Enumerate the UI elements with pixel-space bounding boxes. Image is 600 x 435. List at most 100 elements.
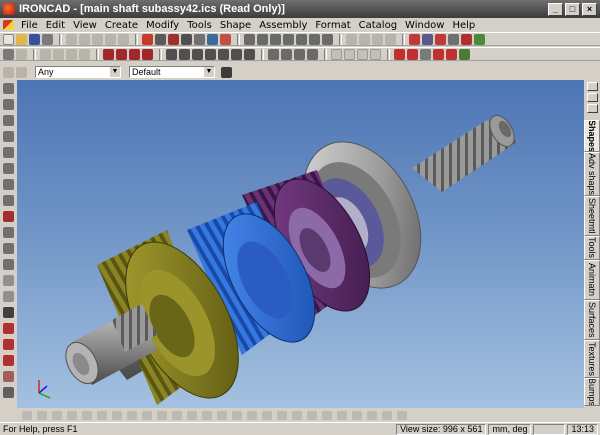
sweep-icon[interactable] <box>129 48 140 60</box>
walk-view-icon[interactable] <box>322 33 333 45</box>
panel-scroll-down-icon[interactable] <box>586 104 598 113</box>
tab-surfaces[interactable]: Surfaces <box>584 300 600 340</box>
print-icon[interactable] <box>42 33 53 45</box>
tab-tools[interactable]: Tools <box>584 236 600 260</box>
rotate-2d-icon[interactable] <box>337 410 347 420</box>
scale-2d-icon[interactable] <box>352 410 362 420</box>
pattern-2d-icon[interactable] <box>382 410 392 420</box>
sketch-icon[interactable] <box>3 48 14 60</box>
tab-sheetmtl[interactable]: Sheetmtl <box>584 196 600 236</box>
ellipse-icon[interactable] <box>277 410 287 420</box>
zoom-out-icon[interactable] <box>3 179 14 190</box>
hierarchy-icon[interactable] <box>221 66 232 78</box>
chevron-down-icon[interactable]: ▼ <box>204 67 214 77</box>
extend-icon[interactable] <box>157 410 167 420</box>
fillet-2d-icon[interactable] <box>187 410 197 420</box>
workplane-icon[interactable] <box>3 291 14 302</box>
minimize-button[interactable]: _ <box>548 2 563 16</box>
roll-icon[interactable] <box>3 195 14 206</box>
close-button[interactable]: × <box>582 2 597 16</box>
chevron-down-icon[interactable]: ▼ <box>110 67 120 77</box>
open-folder-icon[interactable] <box>16 33 27 45</box>
walk-icon[interactable] <box>3 227 14 238</box>
perspective-icon[interactable] <box>3 371 14 382</box>
light-icon[interactable] <box>422 33 433 45</box>
thread-icon[interactable] <box>281 48 292 60</box>
pattern-icon[interactable] <box>218 48 229 60</box>
constraint-tangent-icon[interactable] <box>97 410 107 420</box>
zoom-icon[interactable] <box>3 147 14 158</box>
tab-animatn[interactable]: Animatn <box>584 260 600 300</box>
project-icon[interactable] <box>217 410 227 420</box>
shaded-icon[interactable] <box>3 323 14 334</box>
triball-icon[interactable] <box>155 33 166 45</box>
blend-icon[interactable] <box>166 48 177 60</box>
line-icon[interactable] <box>16 48 27 60</box>
rectangle-icon[interactable] <box>66 48 77 60</box>
silhouette-icon[interactable] <box>3 355 14 366</box>
view-iso-icon[interactable] <box>385 33 396 45</box>
fit-view-icon[interactable] <box>296 33 307 45</box>
tab-bumps[interactable]: Bumps <box>584 378 600 406</box>
look-at-icon[interactable] <box>309 33 320 45</box>
view-front-icon[interactable] <box>346 33 357 45</box>
redo-icon[interactable] <box>79 33 90 45</box>
assembly-icon[interactable] <box>168 33 179 45</box>
menu-modify[interactable]: Modify <box>142 20 183 31</box>
constraint-coincident-icon[interactable] <box>112 410 122 420</box>
pan-view-icon[interactable] <box>257 33 268 45</box>
arc-icon[interactable] <box>40 48 51 60</box>
mate-icon[interactable] <box>407 48 418 60</box>
material-icon[interactable] <box>435 33 446 45</box>
panel-scroll-up-icon[interactable] <box>586 93 598 102</box>
splined-shaft-end[interactable] <box>412 111 519 192</box>
rotate-view-icon[interactable] <box>244 33 255 45</box>
construction-icon[interactable] <box>232 410 242 420</box>
mirror-2d-icon[interactable] <box>367 410 377 420</box>
orbit-icon[interactable] <box>3 115 14 126</box>
save-icon[interactable] <box>29 33 40 45</box>
new-file-icon[interactable] <box>3 33 14 45</box>
align-icon[interactable] <box>420 48 431 60</box>
dim-angular-icon[interactable] <box>37 410 47 420</box>
loft-icon[interactable] <box>142 48 153 60</box>
view-tile-icon[interactable] <box>370 48 381 60</box>
split-icon[interactable] <box>294 48 305 60</box>
finish-sketch-icon[interactable] <box>397 410 407 420</box>
camera-position-icon[interactable] <box>3 259 14 270</box>
dim-radius-icon[interactable] <box>52 410 62 420</box>
move-2d-icon[interactable] <box>322 410 332 420</box>
menu-help[interactable]: Help <box>448 20 479 31</box>
smartsnap-icon[interactable] <box>142 33 153 45</box>
chamfer-2d-icon[interactable] <box>202 410 212 420</box>
anchor-icon[interactable] <box>446 48 457 60</box>
view-split-icon[interactable] <box>344 48 355 60</box>
zoom-in-icon[interactable] <box>3 163 14 174</box>
spline-icon[interactable] <box>262 410 272 420</box>
section-icon[interactable] <box>448 33 459 45</box>
spin-view-icon[interactable] <box>3 99 14 110</box>
view-quad-icon[interactable] <box>357 48 368 60</box>
draft-icon[interactable] <box>205 48 216 60</box>
dim-linear-icon[interactable] <box>22 410 32 420</box>
select-part-icon[interactable] <box>16 66 27 78</box>
document-icon[interactable] <box>3 20 14 30</box>
offset-icon[interactable] <box>172 410 182 420</box>
face-move-icon[interactable] <box>307 48 318 60</box>
shell-icon[interactable] <box>192 48 203 60</box>
point-icon[interactable] <box>247 410 257 420</box>
measure-icon[interactable] <box>220 33 231 45</box>
menu-assembly[interactable]: Assembly <box>255 20 311 31</box>
cut-icon[interactable] <box>92 33 103 45</box>
constraint-concentric-icon[interactable] <box>127 410 137 420</box>
menu-format[interactable]: Format <box>311 20 354 31</box>
hole-icon[interactable] <box>268 48 279 60</box>
undo-icon[interactable] <box>66 33 77 45</box>
chamfer-icon[interactable] <box>179 48 190 60</box>
zoom-window-icon[interactable] <box>283 33 294 45</box>
trim-icon[interactable] <box>142 410 152 420</box>
selection-filter-select[interactable]: Any ▼ <box>35 66 121 78</box>
extrude-icon[interactable] <box>103 48 114 60</box>
wireframe-icon[interactable] <box>3 307 14 318</box>
render-mode-icon[interactable] <box>409 33 420 45</box>
